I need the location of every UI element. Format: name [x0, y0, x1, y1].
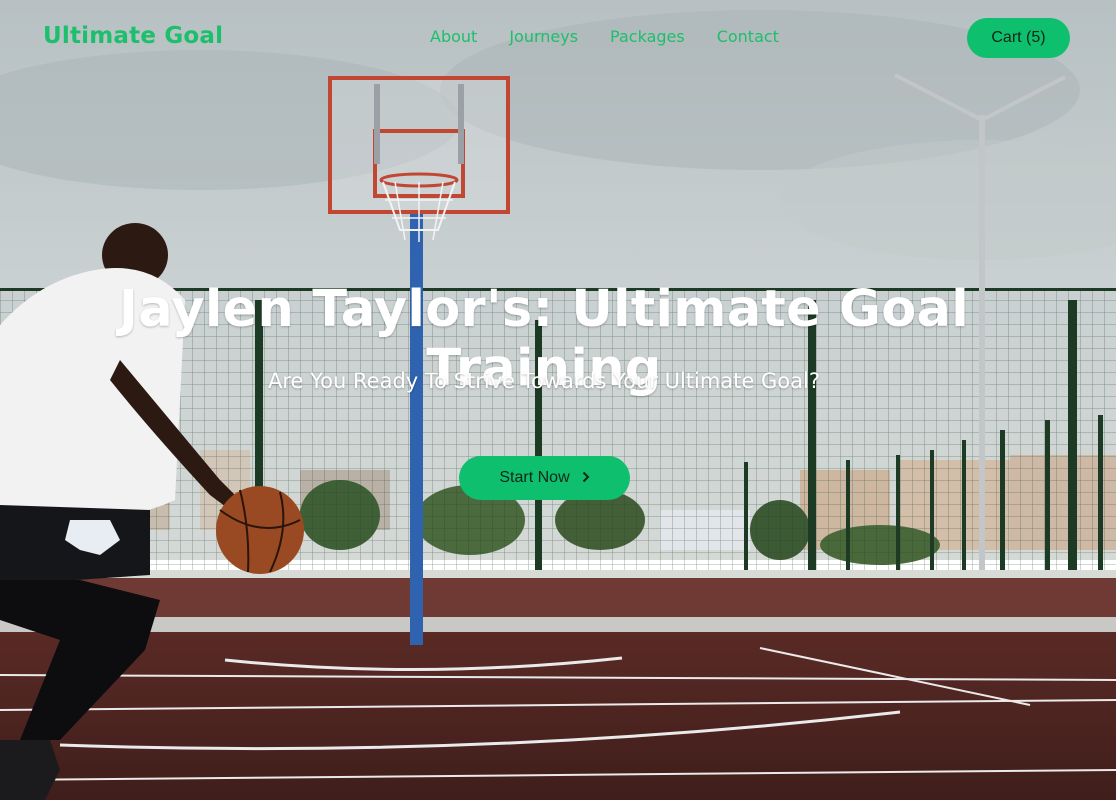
- hero-subtitle: Are You Ready To Strive Towards Your Ult…: [268, 369, 820, 393]
- top-navigation: Ultimate Goal About Journeys Packages Co…: [0, 0, 1116, 76]
- nav-link-contact[interactable]: Contact: [717, 27, 779, 46]
- hero-section: Ultimate Goal About Journeys Packages Co…: [0, 0, 1116, 800]
- start-now-label: Start Now: [499, 469, 570, 486]
- cart-button[interactable]: Cart (5): [967, 18, 1070, 58]
- start-now-button[interactable]: Start Now: [459, 456, 630, 500]
- nav-link-packages[interactable]: Packages: [610, 27, 685, 46]
- hero-background-image: [0, 0, 1116, 800]
- nav-menu: About Journeys Packages Contact: [430, 27, 779, 46]
- chevron-right-icon: [582, 471, 590, 485]
- brand-logo[interactable]: Ultimate Goal: [43, 23, 223, 49]
- nav-link-about[interactable]: About: [430, 27, 477, 46]
- nav-link-journeys[interactable]: Journeys: [509, 27, 578, 46]
